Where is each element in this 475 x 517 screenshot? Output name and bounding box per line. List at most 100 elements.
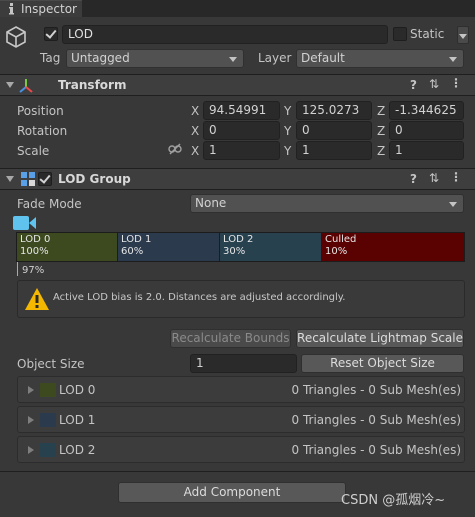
scale-y-value: 1 <box>302 143 310 157</box>
tab-inspector[interactable]: Inspector <box>0 0 82 17</box>
lod-row-1[interactable]: LOD 1 0 Triangles - 0 Sub Mesh(es) <box>17 406 465 433</box>
object-name: LOD <box>68 27 93 41</box>
scale-z-value: 1 <box>395 143 403 157</box>
lod-segment-name: Culled <box>325 234 357 245</box>
recalculate-bounds-button[interactable]: Recalculate Bounds <box>170 329 291 348</box>
lod-segment-percent: 10% <box>325 246 348 257</box>
static-checkbox[interactable] <box>393 27 407 41</box>
rotation-z-field[interactable]: 0 <box>389 121 464 140</box>
fade-mode-dropdown[interactable]: None <box>190 194 464 213</box>
link-broken-icon[interactable] <box>168 143 182 155</box>
reset-object-size-button[interactable]: Reset Object Size <box>301 354 464 373</box>
object-size-value: 1 <box>196 356 204 370</box>
scale-x-value: 1 <box>209 143 217 157</box>
axis-x-label: X <box>191 104 200 118</box>
lod-color-swatch <box>40 443 56 457</box>
foldout-arrow-icon[interactable] <box>28 416 34 424</box>
more-options-icon[interactable]: ⋮ <box>450 76 462 90</box>
warning-text: Active LOD bias is 2.0. Distances are ad… <box>53 292 346 303</box>
axis-y-label: Y <box>284 144 292 158</box>
static-label: Static <box>410 27 445 41</box>
lod-color-swatch <box>40 413 56 427</box>
layer-label: Layer <box>258 51 292 65</box>
lod-segment-name: LOD 1 <box>121 234 152 245</box>
help-icon[interactable]: ? <box>410 172 417 186</box>
active-checkbox[interactable] <box>44 27 58 41</box>
lod-row-info: 0 Triangles - 0 Sub Mesh(es) <box>291 383 461 397</box>
lod-row-name: LOD 0 <box>59 383 96 397</box>
transform-axis-icon <box>19 79 33 93</box>
position-z-value: -1.344625 <box>395 103 457 117</box>
presets-icon[interactable]: ⇅ <box>429 171 439 185</box>
transform-header[interactable]: Transform ? ⇅ ⋮ <box>0 75 475 95</box>
lod-group-icon <box>21 172 35 186</box>
scale-label: Scale <box>17 144 50 158</box>
foldout-arrow-icon[interactable] <box>28 386 34 394</box>
foldout-arrow-icon[interactable] <box>28 446 34 454</box>
divider <box>0 95 475 96</box>
static-dropdown[interactable] <box>457 26 469 44</box>
object-size-field[interactable]: 1 <box>190 354 297 373</box>
scale-z-field[interactable]: 1 <box>389 141 464 160</box>
more-options-icon[interactable]: ⋮ <box>450 170 462 184</box>
lod-segment-percent: 30% <box>223 246 246 257</box>
foldout-arrow-icon[interactable] <box>6 176 14 182</box>
warning-icon <box>25 288 49 310</box>
lod-segment-percent: 60% <box>121 246 144 257</box>
object-size-label: Object Size <box>17 357 85 371</box>
chevron-down-icon <box>449 202 457 207</box>
axis-y-label: Y <box>284 104 292 118</box>
chevron-down-icon <box>459 34 467 39</box>
lod-row-name: LOD 2 <box>59 443 96 457</box>
position-x-field[interactable]: 94.54991 <box>203 101 280 120</box>
lod-group-header[interactable]: LOD Group ? ⇅ ⋮ <box>0 169 475 189</box>
axis-z-label: Z <box>377 104 386 118</box>
lod-segment-name: LOD 0 <box>20 234 51 245</box>
lod-row-name: LOD 1 <box>59 413 96 427</box>
lod-segment-2[interactable]: LOD 2 30% <box>220 233 322 261</box>
info-icon <box>9 3 14 15</box>
lod-row-0[interactable]: LOD 0 0 Triangles - 0 Sub Mesh(es) <box>17 376 465 403</box>
transform-title: Transform <box>58 78 127 92</box>
presets-icon[interactable]: ⇅ <box>429 77 439 91</box>
rotation-x-field[interactable]: 0 <box>203 121 280 140</box>
camera-position-marker[interactable] <box>17 262 18 276</box>
position-x-value: 94.54991 <box>209 103 267 117</box>
divider <box>0 471 475 472</box>
add-component-button[interactable]: Add Component <box>118 482 346 503</box>
axis-y-label: Y <box>284 124 292 138</box>
tag-value: Untagged <box>71 51 130 65</box>
rotation-label: Rotation <box>17 124 68 138</box>
recalculate-lightmap-scale-button[interactable]: Recalculate Lightmap Scale <box>296 329 464 348</box>
tab-label: Inspector <box>21 2 77 16</box>
lod-segment-1[interactable]: LOD 1 60% <box>118 233 220 261</box>
lod-group-title: LOD Group <box>58 172 131 186</box>
lod-row-info: 0 Triangles - 0 Sub Mesh(es) <box>291 443 461 457</box>
camera-percent: 97% <box>22 265 45 276</box>
lod-segment-percent: 100% <box>20 246 49 257</box>
axis-z-label: Z <box>377 124 386 138</box>
position-z-field[interactable]: -1.344625 <box>389 101 464 120</box>
camera-icon[interactable] <box>12 214 38 232</box>
lod-segment-culled[interactable]: Culled 10% <box>322 233 464 261</box>
fade-mode-label: Fade Mode <box>17 197 82 211</box>
help-icon[interactable]: ? <box>410 78 417 92</box>
warning-box: Active LOD bias is 2.0. Distances are ad… <box>17 280 465 318</box>
object-name-field[interactable]: LOD <box>62 25 388 44</box>
rotation-y-field[interactable]: 0 <box>296 121 372 140</box>
tag-label: Tag <box>40 51 61 65</box>
foldout-arrow-icon[interactable] <box>6 82 14 88</box>
scale-x-field[interactable]: 1 <box>203 141 280 160</box>
chevron-down-icon <box>449 57 457 62</box>
position-y-field[interactable]: 125.0273 <box>296 101 372 120</box>
gameobject-cube-icon <box>6 26 26 48</box>
tag-dropdown[interactable]: Untagged <box>66 49 244 68</box>
layer-dropdown[interactable]: Default <box>296 49 464 68</box>
axis-z-label: Z <box>377 144 386 158</box>
lod-group-enabled-checkbox[interactable] <box>38 172 52 186</box>
lod-row-2[interactable]: LOD 2 0 Triangles - 0 Sub Mesh(es) <box>17 436 465 463</box>
lod-segment-0[interactable]: LOD 0 100% <box>17 233 118 261</box>
scale-y-field[interactable]: 1 <box>296 141 372 160</box>
fade-mode-value: None <box>195 196 227 210</box>
position-y-value: 125.0273 <box>302 103 360 117</box>
